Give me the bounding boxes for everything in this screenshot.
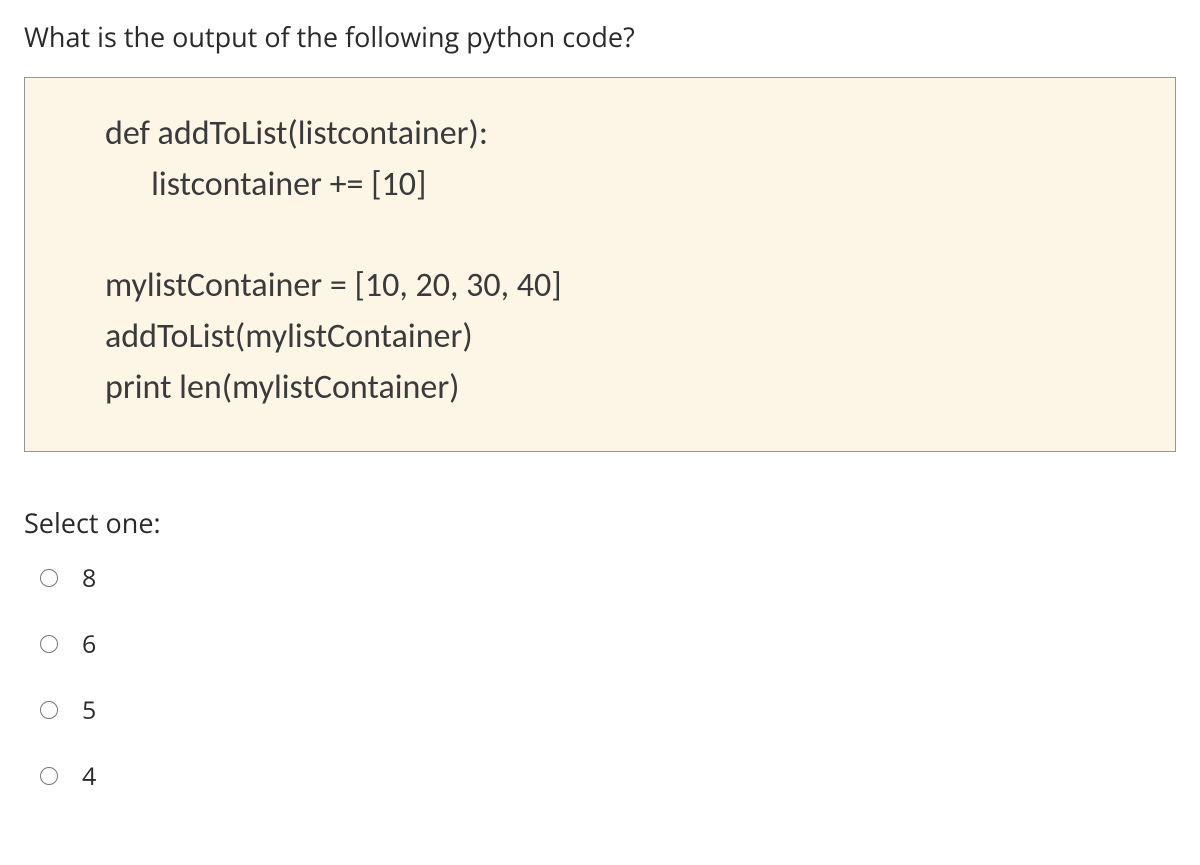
code-line-5: print len(mylistContainer) xyxy=(105,362,1095,413)
question-container: What is the output of the following pyth… xyxy=(0,0,1200,865)
option-label: 5 xyxy=(82,693,96,727)
radio-option-3[interactable] xyxy=(40,701,58,719)
code-line-2: listcontainer += [10] xyxy=(105,159,1095,210)
select-one-label: Select one: xyxy=(24,504,1176,541)
option-row: 5 xyxy=(40,693,1176,727)
code-blank-line xyxy=(105,210,1095,260)
code-line-3: mylistContainer = [10, 20, 30, 40] xyxy=(105,260,1095,311)
code-line-1: def addToList(listcontainer): xyxy=(105,108,1095,159)
code-line-4: addToList(mylistContainer) xyxy=(105,311,1095,362)
option-row: 4 xyxy=(40,759,1176,793)
option-row: 6 xyxy=(40,627,1176,661)
option-row: 8 xyxy=(40,561,1176,595)
radio-option-2[interactable] xyxy=(40,635,58,653)
radio-option-4[interactable] xyxy=(40,767,58,785)
question-text: What is the output of the following pyth… xyxy=(24,18,1176,55)
option-label: 6 xyxy=(82,627,96,661)
options-list: 8 6 5 4 xyxy=(24,561,1176,793)
code-box: def addToList(listcontainer): listcontai… xyxy=(24,77,1176,452)
option-label: 8 xyxy=(82,561,96,595)
radio-option-1[interactable] xyxy=(40,569,58,587)
option-label: 4 xyxy=(82,759,96,793)
